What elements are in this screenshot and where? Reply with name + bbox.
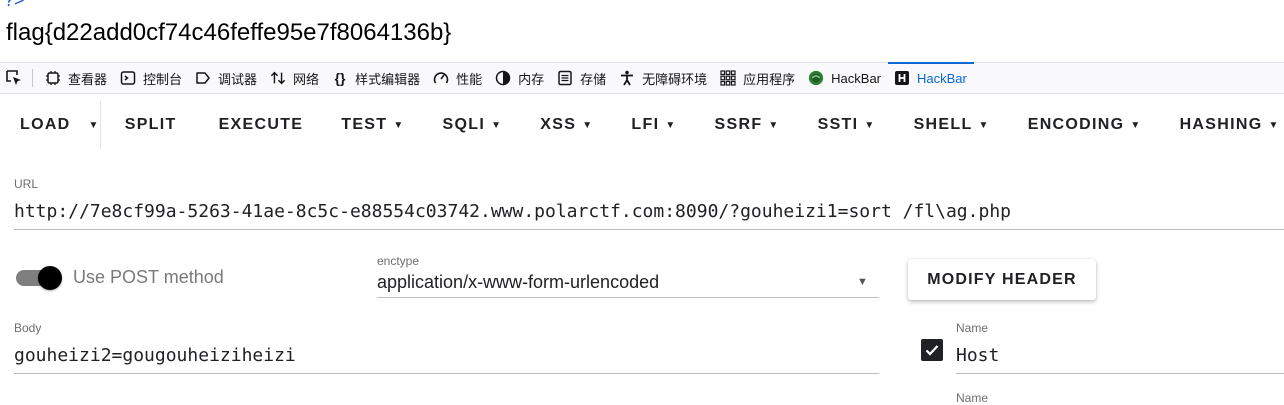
tab-label: 内存 bbox=[518, 71, 545, 87]
encoding-menu-button[interactable]: ENCODING ▼ bbox=[1012, 101, 1164, 149]
tab-label: 查看器 bbox=[68, 71, 108, 87]
load-label: LOAD bbox=[20, 116, 71, 133]
shell-menu-button[interactable]: SHELL ▼ bbox=[898, 101, 1012, 149]
tab-label: 存储 bbox=[580, 71, 607, 87]
caret-down-icon: ▼ bbox=[978, 119, 990, 131]
tab-label: 无障碍环境 bbox=[642, 71, 708, 87]
devtools-tab-bar: 查看器 控制台 调试器 网络 {} 样式编辑器 性能 内存 存储 无障碍环境 应… bbox=[0, 62, 1284, 94]
caret-down-icon: ▼ bbox=[864, 119, 876, 131]
body-label: Body bbox=[14, 321, 42, 335]
tab-accessibility[interactable]: 无障碍环境 bbox=[613, 63, 714, 93]
url-label: URL bbox=[14, 177, 39, 191]
memory-icon bbox=[495, 70, 511, 86]
application-icon bbox=[720, 70, 736, 86]
checkmark-icon bbox=[925, 345, 939, 356]
tab-label: 样式编辑器 bbox=[355, 71, 421, 87]
tab-performance[interactable]: 性能 bbox=[427, 63, 489, 93]
caret-down-icon: ▼ bbox=[768, 119, 780, 131]
execute-button[interactable]: EXECUTE bbox=[193, 101, 326, 149]
toggle-thumb bbox=[38, 266, 62, 290]
ssrf-label: SSRF bbox=[714, 116, 763, 133]
header-name-label: Name bbox=[956, 321, 989, 335]
tab-label: HackBar bbox=[831, 70, 882, 86]
php-closing-tag: ?> bbox=[4, 0, 25, 10]
header-enabled-checkbox[interactable] bbox=[921, 339, 943, 361]
network-icon bbox=[270, 70, 286, 86]
sqli-menu-button[interactable]: SQLI ▼ bbox=[427, 101, 525, 149]
sqli-label: SQLI bbox=[442, 116, 486, 133]
dropdown-arrow-icon[interactable]: ▼ bbox=[857, 276, 868, 288]
lfi-menu-button[interactable]: LFI ▼ bbox=[615, 101, 698, 149]
url-input[interactable]: http://7e8cf99a-5263-41ae-8c5c-e88554c03… bbox=[14, 201, 1011, 222]
toolbar-divider bbox=[32, 69, 33, 87]
body-input[interactable]: gouheizi2=gougouheiziheizi bbox=[14, 345, 296, 366]
header-name-underline bbox=[956, 373, 1284, 374]
tab-label: 应用程序 bbox=[743, 71, 796, 87]
post-method-label: Use POST method bbox=[73, 267, 224, 287]
modify-header-button[interactable]: MODIFY HEADER bbox=[908, 259, 1096, 300]
split-button[interactable]: SPLIT bbox=[109, 101, 193, 149]
caret-down-icon: ▼ bbox=[491, 119, 503, 131]
xss-label: XSS bbox=[540, 116, 577, 133]
hashing-menu-button[interactable]: HASHING ▼ bbox=[1164, 101, 1284, 149]
caret-down-icon: ▼ bbox=[665, 119, 677, 131]
tab-memory[interactable]: 内存 bbox=[489, 63, 551, 93]
load-button[interactable]: LOAD bbox=[0, 101, 89, 149]
url-underline bbox=[14, 229, 1284, 230]
enctype-select[interactable]: application/x-www-form-urlencoded bbox=[377, 272, 659, 293]
style-editor-icon: {} bbox=[334, 70, 346, 86]
tab-network[interactable]: 网络 bbox=[264, 63, 326, 93]
lfi-label: LFI bbox=[631, 116, 660, 133]
tab-console[interactable]: 控制台 bbox=[114, 63, 189, 93]
caret-down-icon: ▼ bbox=[393, 119, 405, 131]
tab-hackbar[interactable]: HackBar bbox=[888, 62, 974, 93]
test-label: TEST bbox=[341, 116, 388, 133]
tab-label: 网络 bbox=[293, 71, 320, 87]
tab-hackbar-legacy[interactable]: HackBar bbox=[802, 63, 888, 93]
tab-label: 性能 bbox=[456, 71, 483, 87]
ssti-label: SSTI bbox=[817, 116, 859, 133]
performance-icon bbox=[433, 70, 449, 86]
tab-debugger[interactable]: 调试器 bbox=[189, 63, 264, 93]
tab-label: 控制台 bbox=[143, 71, 183, 87]
page-content: ?> flag{d22add0cf74c46feffe95e7f8064136b… bbox=[0, 0, 1284, 62]
caret-down-icon: ▼ bbox=[582, 119, 594, 131]
split-label: SPLIT bbox=[124, 116, 177, 133]
enctype-underline bbox=[377, 297, 879, 298]
header-name-label-2: Name bbox=[956, 391, 989, 405]
tab-style-editor[interactable]: {} 样式编辑器 bbox=[326, 63, 427, 93]
ssti-menu-button[interactable]: SSTI ▼ bbox=[802, 101, 898, 149]
xss-menu-button[interactable]: XSS ▼ bbox=[524, 101, 615, 149]
hackbar-green-icon bbox=[808, 70, 824, 86]
enctype-label: enctype bbox=[377, 254, 420, 268]
tab-application[interactable]: 应用程序 bbox=[714, 63, 802, 93]
caret-down-icon: ▼ bbox=[1130, 119, 1142, 131]
caret-down-icon: ▼ bbox=[1268, 119, 1280, 131]
execute-label: EXECUTE bbox=[218, 116, 304, 133]
tab-inspector[interactable]: 查看器 bbox=[39, 63, 114, 93]
ssrf-menu-button[interactable]: SSRF ▼ bbox=[699, 101, 802, 149]
accessibility-icon bbox=[619, 70, 635, 86]
tab-storage[interactable]: 存储 bbox=[551, 63, 613, 93]
element-picker-icon[interactable] bbox=[2, 63, 26, 93]
inspector-icon bbox=[45, 70, 61, 86]
shell-label: SHELL bbox=[913, 116, 973, 133]
test-menu-button[interactable]: TEST ▼ bbox=[325, 101, 426, 149]
hackbar-toolbar: LOAD ▼ SPLIT EXECUTE TEST ▼ SQLI ▼ XSS ▼ LF… bbox=[0, 94, 1284, 156]
hashing-label: HASHING bbox=[1179, 116, 1263, 133]
body-underline bbox=[14, 373, 879, 374]
post-method-toggle[interactable] bbox=[16, 266, 62, 290]
header-name-input[interactable]: Host bbox=[956, 345, 999, 366]
encoding-label: ENCODING bbox=[1027, 116, 1125, 133]
storage-icon bbox=[557, 70, 573, 86]
tab-label: HackBar bbox=[917, 70, 967, 86]
load-dropdown-icon[interactable]: ▼ bbox=[89, 101, 101, 149]
hackbar-h-icon bbox=[894, 70, 910, 86]
console-icon bbox=[120, 70, 136, 86]
debugger-icon bbox=[195, 70, 211, 86]
flag-text: flag{d22add0cf74c46feffe95e7f8064136b} bbox=[6, 19, 452, 46]
tab-label: 调试器 bbox=[218, 71, 258, 87]
